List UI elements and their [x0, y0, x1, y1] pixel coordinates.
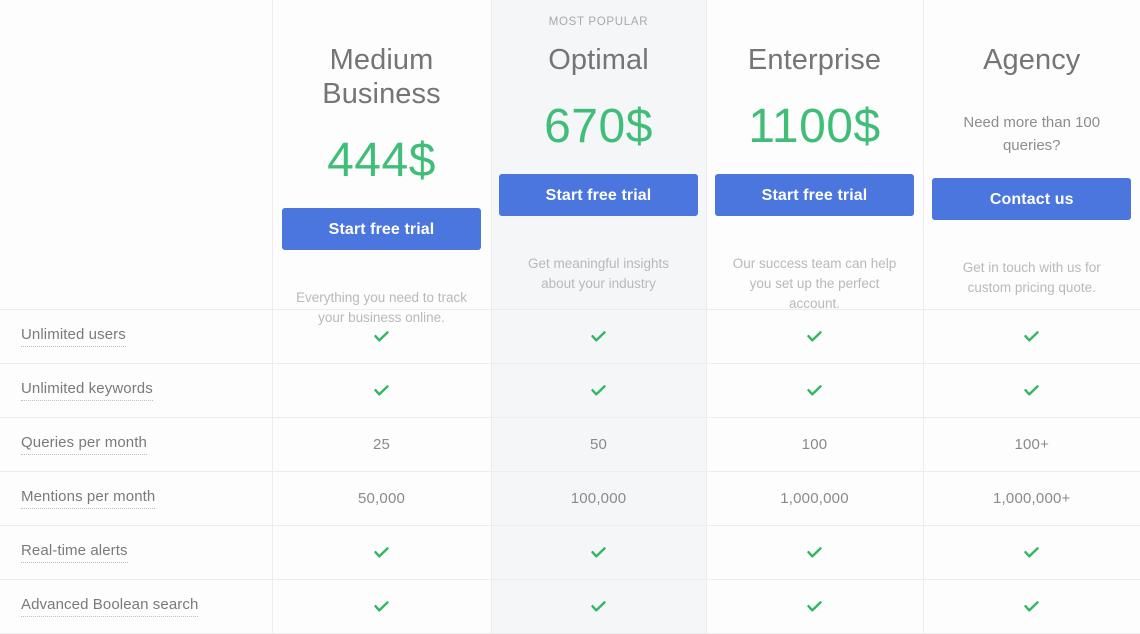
check-icon — [924, 545, 1140, 560]
header-empty-corner — [0, 0, 272, 310]
check-icon — [924, 329, 1140, 344]
check-icon — [273, 329, 491, 344]
check-icon — [924, 599, 1140, 614]
feature-check-icon-cell — [706, 364, 923, 418]
cta-button-enterprise[interactable]: Start free trial — [715, 174, 914, 216]
check-icon — [273, 545, 491, 560]
plan-name-medium-business: Medium Business — [273, 43, 491, 111]
table-row: Mentions per month50,000100,0001,000,000… — [0, 472, 1140, 526]
feature-value: 25 — [273, 436, 491, 453]
feature-check-icon-cell — [923, 580, 1140, 634]
feature-check-icon-cell — [491, 526, 706, 580]
feature-check-icon-cell — [923, 526, 1140, 580]
feature-check-icon-cell — [706, 526, 923, 580]
feature-rows-body: Unlimited users Unlimited keywords Queries… — [0, 310, 1140, 634]
plan-description-optimal: Get meaningful insights about your indus… — [510, 254, 688, 294]
table-row: Unlimited keywords — [0, 364, 1140, 418]
feature-value-cell: 25 — [272, 418, 491, 472]
table-row: Queries per month 2550100100+ — [0, 418, 1140, 472]
feature-value-cell: 100+ — [923, 418, 1140, 472]
plan-name-enterprise: Enterprise — [748, 43, 881, 77]
feature-label[interactable]: Queries per month — [21, 434, 147, 455]
plan-header-agency: MOST POPULARAgencyNeed more than 100 que… — [923, 0, 1140, 310]
feature-value-cell: 50,000 — [272, 472, 491, 526]
feature-label-cell: Advanced Boolean search — [0, 580, 272, 634]
table-row: Real-time alerts — [0, 526, 1140, 580]
feature-label[interactable]: Mentions per month — [21, 488, 155, 509]
plan-price-note-agency: Need more than 100 queries? — [952, 111, 1112, 157]
plan-price-enterprise: 1100$ — [748, 101, 880, 153]
plan-description-medium-business: Everything you need to track your busine… — [293, 288, 471, 328]
feature-check-icon-cell — [706, 310, 923, 364]
check-icon — [707, 545, 923, 560]
plan-header-enterprise: MOST POPULAREnterprise1100$Start free tr… — [706, 0, 923, 310]
plan-name-agency: Agency — [983, 43, 1080, 77]
plan-header-inner: MOST POPULAR Optimal 670$ Start free trial G… — [492, 0, 706, 309]
feature-value: 50,000 — [273, 490, 491, 507]
check-icon — [707, 329, 923, 344]
check-icon — [273, 383, 491, 398]
feature-check-icon-cell — [272, 580, 491, 634]
feature-check-icon-cell — [491, 310, 706, 364]
feature-label[interactable]: Real-time alerts — [21, 542, 128, 563]
plan-description-enterprise: Our success team can help you set up the… — [726, 254, 904, 314]
feature-value: 100 — [707, 436, 923, 453]
table-row: Advanced Boolean search — [0, 580, 1140, 634]
feature-value-cell: 1,000,000 — [706, 472, 923, 526]
cta-button-medium-business[interactable]: Start free trial — [282, 208, 481, 250]
cta-button-agency[interactable]: Contact us — [932, 178, 1131, 220]
feature-label-cell: Unlimited keywords — [0, 364, 272, 418]
feature-check-icon-cell — [272, 364, 491, 418]
feature-value-cell: 100 — [706, 418, 923, 472]
check-icon — [492, 383, 706, 398]
feature-value-cell: 50 — [491, 418, 706, 472]
plan-header-optimal: MOST POPULAR Optimal 670$ Start free trial G… — [491, 0, 706, 310]
check-icon — [707, 599, 923, 614]
plan-header-medium-business: MOST POPULARMedium Business444$Start fre… — [272, 0, 491, 310]
feature-label[interactable]: Unlimited keywords — [21, 380, 153, 401]
feature-label-cell: Real-time alerts — [0, 526, 272, 580]
check-icon — [707, 383, 923, 398]
table-row: Unlimited users — [0, 310, 1140, 364]
feature-value-cell: 100,000 — [491, 472, 706, 526]
feature-label[interactable]: Unlimited users — [21, 326, 126, 347]
feature-label-cell: Mentions per month — [0, 472, 272, 526]
feature-value: 1,000,000 — [707, 490, 923, 507]
plan-header-row: MOST POPULAR Medium Business 444$ Start fre… — [0, 0, 1140, 310]
plan-header-inner: MOST POPULAREnterprise1100$Start free tr… — [707, 0, 923, 309]
check-icon — [492, 545, 706, 560]
plan-price-optimal: 670$ — [544, 101, 653, 153]
feature-check-icon-cell — [491, 364, 706, 418]
feature-label-cell: Unlimited users — [0, 310, 272, 364]
check-icon — [492, 599, 706, 614]
pricing-comparison-table: MOST POPULAR Medium Business 444$ Start fre… — [0, 0, 1140, 634]
feature-value: 1,000,000+ — [924, 490, 1140, 507]
feature-value: 50 — [492, 436, 706, 453]
most-popular-badge: MOST POPULAR — [549, 13, 649, 31]
feature-check-icon-cell — [923, 310, 1140, 364]
feature-check-icon-cell — [491, 580, 706, 634]
feature-check-icon-cell — [272, 526, 491, 580]
plan-price-medium-business: 444$ — [327, 135, 436, 187]
check-icon — [492, 329, 706, 344]
feature-check-icon-cell — [706, 580, 923, 634]
check-icon — [924, 383, 1140, 398]
plan-header-inner: MOST POPULARMedium Business444$Start fre… — [273, 0, 491, 309]
feature-value-cell: 1,000,000+ — [923, 472, 1140, 526]
cta-button-optimal[interactable]: Start free trial — [499, 174, 698, 216]
check-icon — [273, 599, 491, 614]
feature-label[interactable]: Advanced Boolean search — [21, 596, 198, 617]
plan-header-inner: MOST POPULARAgencyNeed more than 100 que… — [924, 0, 1140, 309]
plan-name-optimal: Optimal — [548, 43, 649, 77]
feature-value: 100+ — [924, 436, 1140, 453]
feature-label-cell: Queries per month — [0, 418, 272, 472]
plan-description-agency: Get in touch with us for custom pricing … — [943, 258, 1121, 298]
feature-value: 100,000 — [492, 490, 706, 507]
feature-check-icon-cell — [923, 364, 1140, 418]
